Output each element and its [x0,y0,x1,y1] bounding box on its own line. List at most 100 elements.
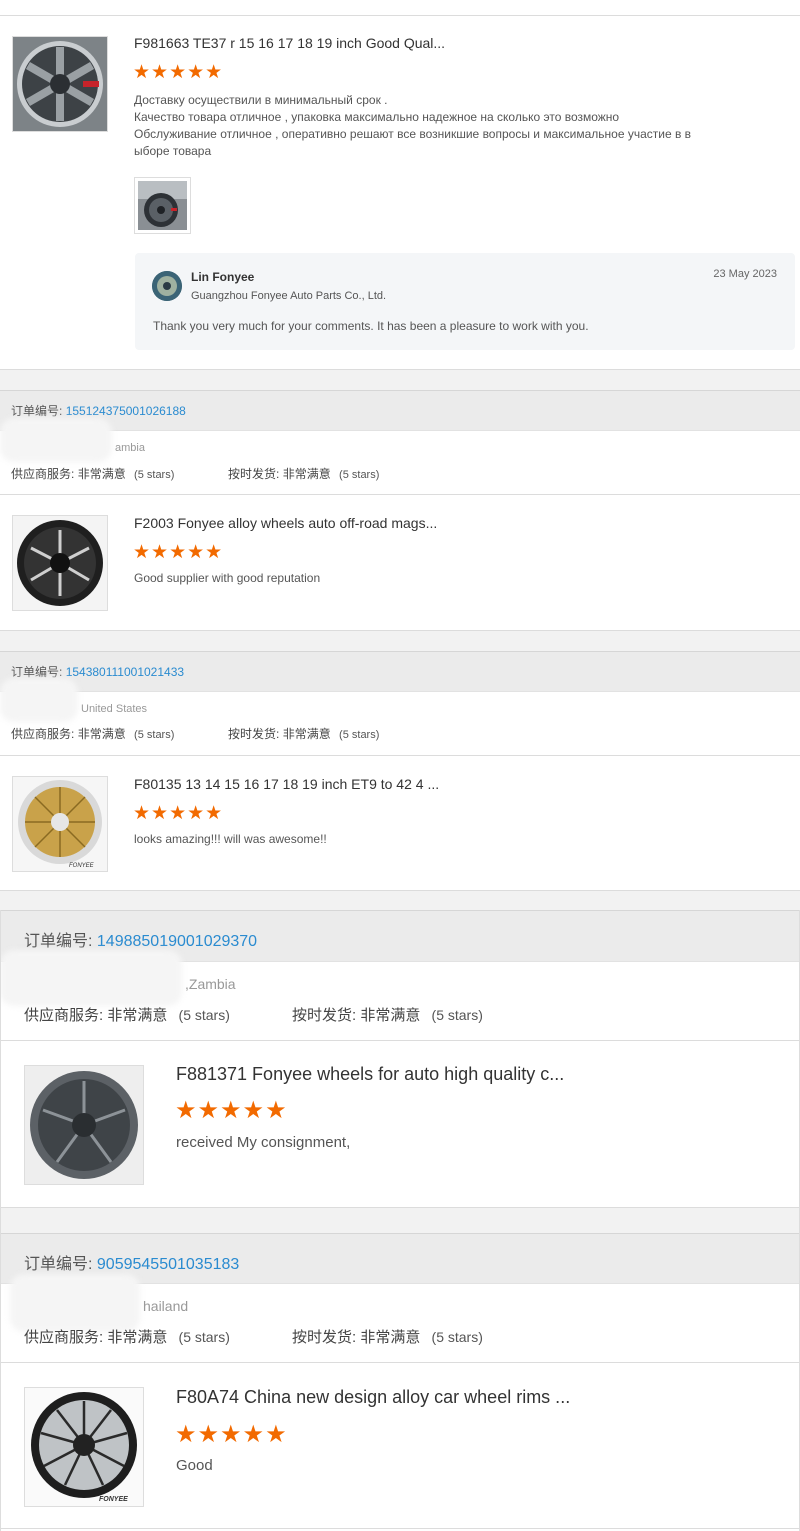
rating-stars-text: (5 stars) [134,729,175,741]
redacted-buyer-name [0,678,78,722]
review-comment: looks amazing!!! will was awesome!! [134,832,327,846]
rating-stars-text: (5 stars) [339,729,380,741]
reply-company: Guangzhou Fonyee Auto Parts Co., Ltd. [191,290,387,302]
brand-logo: FONYEE [69,863,95,869]
product-title[interactable]: F881371 Fonyee wheels for auto high qual… [176,1064,564,1085]
order-number-label: 订单编号: [24,933,93,950]
product-title[interactable]: F80135 13 14 15 16 17 18 19 inch ET9 to … [134,776,439,792]
rating-value: 非常满意 [282,467,331,481]
review-comment: Good supplier with good reputation [134,571,321,585]
section-gap [0,631,800,651]
order-header: 订单编号: 155124375001026188 [0,390,800,431]
rating-value: 非常满意 [360,1329,421,1346]
wheel-image [25,1066,143,1184]
divider [0,1528,800,1529]
rating-value: 非常满意 [282,727,331,741]
order-header: 订单编号: 154380111001021433 [0,651,800,692]
rating-value: 非常满意 [77,467,126,481]
rating-value: 非常满意 [107,1007,168,1024]
divider [0,1362,800,1363]
comment-line: Качество товара отличное , упаковка макс… [134,110,620,124]
product-thumbnail[interactable] [24,1065,144,1185]
wheel-image: FONYEE [13,777,107,871]
rating-value: 非常满意 [77,727,126,741]
redacted-buyer-name [10,1274,140,1332]
rating-label: 供应商服务: [11,727,75,741]
supplier-service-rating: 供应商服务: 非常满意 (5 stars) [11,725,174,742]
rating-stars: ★★★★★ [175,1097,288,1124]
reply-text: Thank you very much for your comments. I… [153,319,589,333]
rating-label: 供应商服务: [24,1329,104,1346]
buyer-country: ambia [115,442,145,454]
reply-date: 23 May 2023 [713,268,777,280]
order-number-label: 订单编号: [24,1256,93,1273]
order-number-link[interactable]: 9059545501035183 [97,1256,239,1273]
section-gap [0,370,800,390]
comment-line: Доставку осуществили в минимальный срок … [134,93,388,107]
wheel-image: FONYEE [25,1388,143,1506]
wheel-image [13,516,107,610]
rating-label: 按时发货: [228,727,280,741]
supplier-service-rating: 供应商服务: 非常满意 (5 stars) [24,1004,230,1025]
rating-value: 非常满意 [360,1007,421,1024]
divider [0,755,800,756]
brand-logo: FONYEE [99,1496,128,1503]
review-comment: Доставку осуществили в минимальный срок … [134,92,774,160]
divider [0,494,800,495]
rating-label: 供应商服务: [11,467,75,481]
shipping-rating: 按时发货: 非常满意 (5 stars) [228,465,379,482]
comment-line: Обслуживание отличное , оперативно решаю… [134,127,692,141]
product-thumbnail[interactable]: FONYEE [24,1387,144,1507]
shipping-rating: 按时发货: 非常满意 (5 stars) [228,725,379,742]
order-number-link[interactable]: 155124375001026188 [66,404,186,418]
comment-line: ыборе товара [134,144,212,158]
seller-reply: Lin Fonyee Guangzhou Fonyee Auto Parts C… [135,253,795,350]
avatar [152,271,182,301]
shipping-rating: 按时发货: 非常满意 (5 stars) [292,1326,483,1347]
buyer-country: ,Zambia [185,976,236,992]
redacted-buyer-name [0,418,112,462]
review-comment: received My consignment, [176,1134,351,1151]
section-gap [0,1208,800,1233]
rating-stars-text: (5 stars) [178,1007,230,1023]
rating-stars-text: (5 stars) [431,1329,483,1345]
reply-author: Lin Fonyee [191,270,255,284]
order-number-label: 订单编号: [11,665,63,679]
product-thumbnail[interactable] [12,36,108,132]
rating-stars: ★★★★★ [133,803,224,824]
supplier-service-rating: 供应商服务: 非常满意 (5 stars) [11,465,174,482]
review-photo[interactable] [134,177,191,234]
rating-label: 按时发货: [292,1007,357,1024]
product-title[interactable]: F2003 Fonyee alloy wheels auto off-road … [134,515,437,531]
rating-stars-text: (5 stars) [339,469,380,481]
rating-stars-text: (5 stars) [134,469,175,481]
product-title[interactable]: F80A74 China new design alloy car wheel … [176,1387,570,1408]
rating-label: 按时发货: [292,1329,357,1346]
supplier-service-rating: 供应商服务: 非常满意 (5 stars) [24,1326,230,1347]
order-number-link[interactable]: 149885019001029370 [97,933,257,950]
avatar-wheel-icon [152,271,182,301]
product-thumbnail[interactable]: FONYEE [12,776,108,872]
shipping-rating: 按时发货: 非常满意 (5 stars) [292,1004,483,1025]
section-gap [0,891,800,910]
rating-label: 供应商服务: [24,1007,104,1024]
rating-stars-text: (5 stars) [431,1007,483,1023]
rating-value: 非常满意 [107,1329,168,1346]
product-thumbnail[interactable] [12,515,108,611]
order-number-link[interactable]: 154380111001021433 [66,665,184,679]
car-wheel-photo [138,181,187,230]
rating-stars: ★★★★★ [133,542,224,563]
rating-stars: ★★★★★ [133,62,224,83]
rating-stars-text: (5 stars) [178,1329,230,1345]
order-number-label: 订单编号: [11,404,63,418]
redacted-buyer-name [0,950,182,1006]
rating-label: 按时发货: [228,467,280,481]
buyer-country: United States [81,703,148,715]
rating-stars: ★★★★★ [175,1421,288,1448]
review-comment: Good [176,1457,213,1474]
wheel-image [13,37,107,131]
divider [0,1040,800,1041]
product-title[interactable]: F981663 TE37 r 15 16 17 18 19 inch Good … [134,35,445,51]
buyer-country: hailand [143,1298,189,1314]
top-divider [0,15,800,16]
